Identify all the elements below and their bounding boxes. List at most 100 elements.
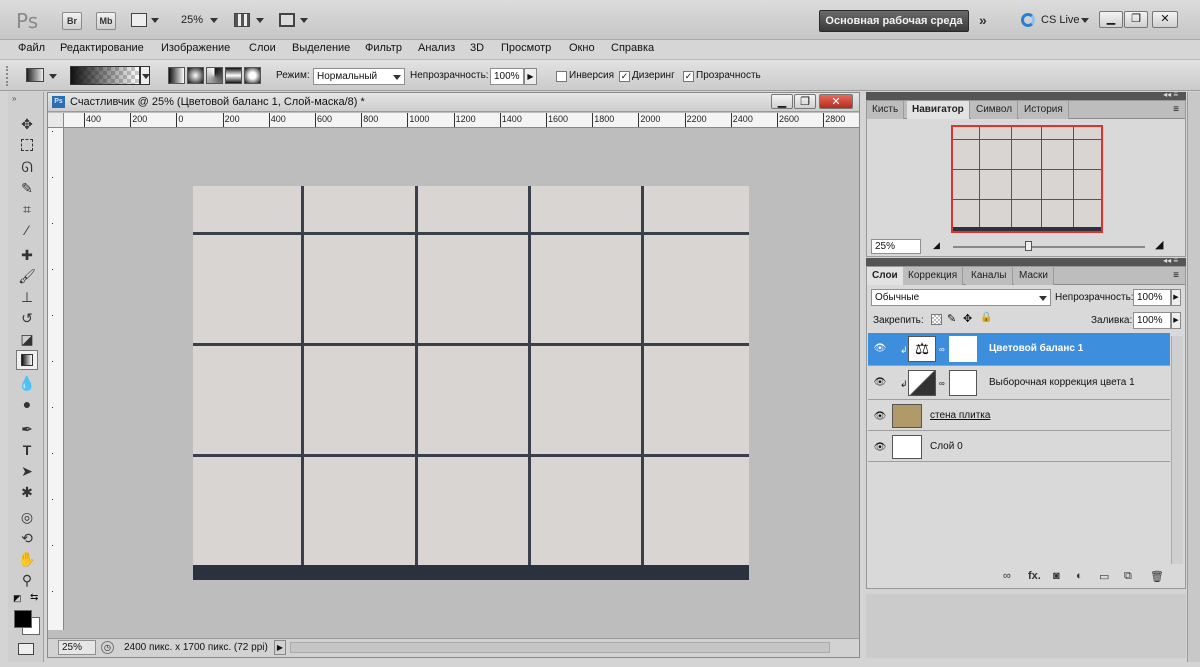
tab-layers[interactable]: Слои (867, 267, 904, 285)
history-brush-tool-icon[interactable]: ↺ (16, 308, 38, 328)
menu-select[interactable]: Выделение (292, 42, 350, 54)
menu-view[interactable]: Просмотр (501, 42, 551, 54)
tab-brush[interactable]: Кисть (867, 101, 905, 119)
transparency-checkbox[interactable]: ✓ (683, 71, 694, 82)
dither-checkbox[interactable]: ✓ (619, 71, 630, 82)
chevron-down-icon[interactable] (49, 74, 57, 79)
zoom-in-icon[interactable]: ◢ (1155, 238, 1163, 251)
layer-opacity-slider-toggle[interactable]: ▶ (1171, 289, 1181, 306)
selective-color-adjustment-icon[interactable] (908, 370, 936, 396)
fill-slider-toggle[interactable]: ▶ (1171, 312, 1181, 329)
panel-menu-icon[interactable]: ≡ (1173, 270, 1179, 281)
tab-character[interactable]: Символ (971, 101, 1019, 119)
fill-input[interactable]: 100% (1133, 312, 1171, 329)
color-balance-adjustment-icon[interactable]: ⚖ (908, 336, 936, 362)
canvas-area[interactable] (65, 129, 859, 630)
foreground-color-swatch[interactable] (14, 610, 32, 628)
cs-live-icon[interactable] (1021, 13, 1035, 27)
layer-row-selective-color[interactable]: 👁 ↲ ∞ Выборочная коррекция цвета 1 (868, 367, 1170, 400)
visibility-eye-icon[interactable]: 👁 (873, 442, 887, 454)
blend-mode-select[interactable]: Нормальный (313, 68, 405, 85)
lock-position-icon[interactable]: ✥ (963, 312, 972, 325)
menu-image[interactable]: Изображение (161, 42, 230, 54)
lock-transparency-icon[interactable] (931, 314, 942, 325)
blur-tool-icon[interactable]: 💧 (16, 373, 38, 393)
chevron-down-icon[interactable] (151, 18, 159, 23)
layer-name[interactable]: Цветовой баланс 1 (989, 343, 1083, 354)
menu-help[interactable]: Справка (611, 42, 654, 54)
pen-tool-icon[interactable]: ✒ (16, 419, 38, 439)
new-adjustment-layer-icon[interactable]: ◐ (1076, 570, 1083, 582)
layers-scrollbar[interactable] (1171, 336, 1183, 564)
move-tool-icon[interactable]: ✥ (16, 114, 38, 134)
mask-link-icon[interactable]: ∞ (939, 345, 945, 354)
visibility-eye-icon[interactable]: 👁 (873, 343, 887, 355)
layer-row-color-balance[interactable]: 👁 ↲ ⚖ ∞ Цветовой баланс 1 (868, 333, 1170, 366)
tab-history[interactable]: История (1019, 101, 1069, 119)
path-selection-tool-icon[interactable]: ➤ (16, 461, 38, 481)
lasso-tool-icon[interactable]: ᘏ (16, 157, 38, 177)
panel-menu-icon[interactable]: ≡ (1173, 104, 1179, 115)
chevron-down-icon[interactable] (210, 18, 218, 23)
menu-analysis[interactable]: Анализ (418, 42, 455, 54)
dodge-tool-icon[interactable]: ● (16, 394, 38, 414)
screen-mode-icon[interactable] (279, 13, 295, 27)
document-titlebar[interactable]: Ps Счастливчик @ 25% (Цветовой баланс 1,… (48, 93, 859, 112)
cs-live-menu[interactable]: CS Live (1041, 14, 1080, 26)
clone-stamp-tool-icon[interactable]: ⊥ (16, 287, 38, 307)
collapsed-panel-strip[interactable] (1187, 92, 1200, 662)
gradient-picker-dropdown[interactable] (140, 66, 150, 85)
layer-blend-mode-select[interactable]: Обычные (871, 289, 1051, 306)
diamond-gradient-icon[interactable] (244, 67, 261, 84)
chevron-down-icon[interactable] (300, 18, 308, 23)
layer-row-wall-tile[interactable]: 👁 стена плитка (868, 401, 1170, 431)
menu-file[interactable]: Файл (18, 42, 45, 54)
mask-link-icon[interactable]: ∞ (939, 379, 945, 388)
document-close-button[interactable]: ✕ (819, 94, 853, 109)
gradient-tool-preset-icon[interactable] (26, 68, 44, 82)
status-zoom-input[interactable]: 25% (58, 640, 96, 655)
3d-orbit-tool-icon[interactable]: ⟲ (16, 528, 38, 548)
marquee-tool-icon[interactable] (16, 136, 38, 156)
delete-layer-icon[interactable]: 🗑 (1150, 570, 1164, 583)
menu-filter[interactable]: Фильтр (365, 42, 402, 54)
menu-layers[interactable]: Слои (249, 42, 276, 54)
close-button[interactable]: ✕ (1152, 11, 1178, 28)
opacity-input[interactable]: 100% (490, 68, 524, 85)
layer-name[interactable]: Слой 0 (930, 441, 963, 452)
opacity-slider-toggle[interactable]: ▶ (524, 68, 537, 85)
restore-button[interactable]: ❐ (1124, 11, 1148, 28)
visibility-eye-icon[interactable]: 👁 (873, 377, 887, 389)
tab-channels[interactable]: Каналы (966, 267, 1013, 285)
link-layers-icon[interactable]: ∞ (1003, 570, 1011, 582)
workspace-switcher[interactable]: Основная рабочая среда (819, 10, 969, 32)
menu-3d[interactable]: 3D (470, 42, 484, 54)
panel-dock-header[interactable]: ◂◂ ≡ (866, 90, 1186, 100)
gradient-tool-icon[interactable] (16, 350, 38, 370)
view-extras-icon[interactable] (131, 13, 147, 27)
3d-rotate-tool-icon[interactable]: ◎ (16, 507, 38, 527)
chevron-down-icon[interactable] (1081, 18, 1089, 23)
tools-collapse-icon[interactable]: » (12, 94, 16, 103)
arrange-documents-icon[interactable] (234, 13, 250, 27)
horizontal-scrollbar[interactable] (290, 642, 830, 653)
layer-name[interactable]: стена плитка (930, 410, 990, 421)
document-minimize-button[interactable]: ▁ (771, 94, 793, 109)
add-mask-icon[interactable]: ◙ (1053, 570, 1060, 582)
shape-tool-icon[interactable]: ✱ (16, 482, 38, 502)
zoom-level[interactable]: 25% (181, 14, 203, 26)
new-layer-icon[interactable]: ⧉ (1124, 570, 1132, 583)
navigator-zoom-input[interactable]: 25% (871, 239, 921, 254)
layer-thumbnail[interactable] (892, 404, 922, 428)
lock-pixels-icon[interactable]: ✎ (947, 312, 956, 325)
crop-tool-icon[interactable]: ⌗ (16, 199, 38, 219)
layer-opacity-input[interactable]: 100% (1133, 289, 1171, 306)
reflected-gradient-icon[interactable] (225, 67, 242, 84)
menu-window[interactable]: Окно (569, 42, 595, 54)
navigator-zoom-handle[interactable] (1025, 241, 1032, 251)
inverse-checkbox[interactable] (556, 71, 567, 82)
eyedropper-tool-icon[interactable]: ⁄ (16, 220, 38, 240)
new-group-icon[interactable]: ▭ (1099, 570, 1109, 583)
zoom-tool-icon[interactable]: ⚲ (16, 570, 38, 590)
bridge-button[interactable]: Br (62, 12, 82, 30)
